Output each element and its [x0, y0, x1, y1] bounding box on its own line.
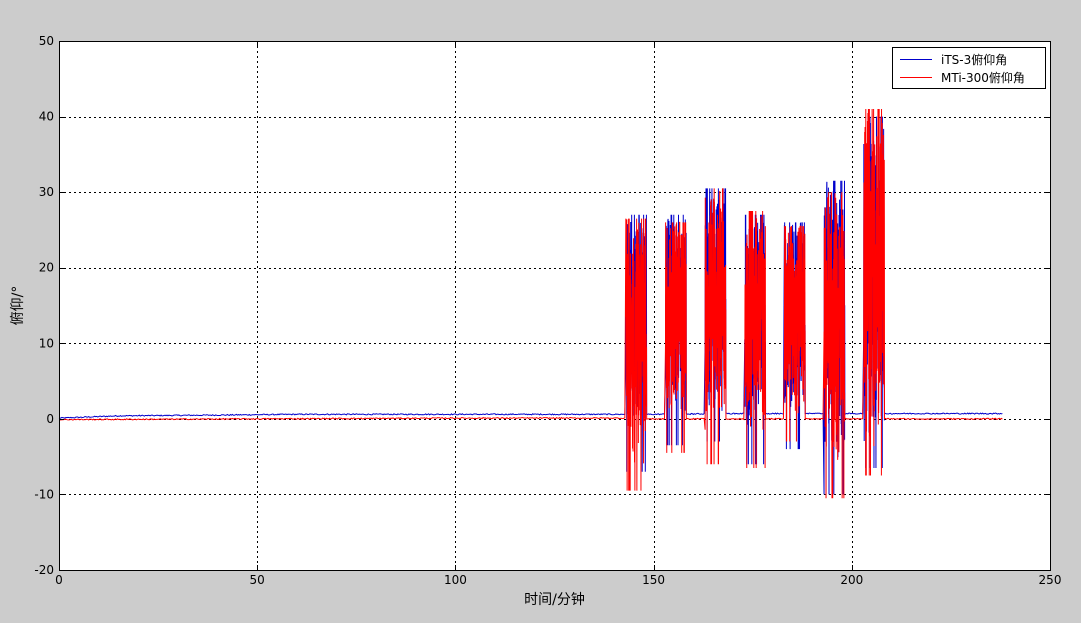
x-tick-label: 150	[642, 573, 665, 587]
y-tick-label: -10	[34, 487, 54, 501]
plot-area	[59, 41, 1050, 570]
x-tick-label: 50	[250, 573, 265, 587]
x-tick-label: 100	[444, 573, 467, 587]
legend-label-mti300: MTi-300俯仰角	[941, 70, 1025, 85]
pitch-chart: 0 50 100 150 200 250 -20 -10 0 10 20 30 40 50 时间/分钟 俯…	[10, 34, 1062, 608]
y-tick-label: 40	[39, 110, 54, 124]
y-axis-label: 俯仰/°	[10, 286, 26, 326]
y-tick-label: 10	[39, 336, 54, 350]
x-tick-label: 200	[840, 573, 863, 587]
x-axis-label: 时间/分钟	[524, 591, 585, 608]
legend-label-its3: iTS-3俯仰角	[941, 52, 1007, 67]
x-tick-label: 250	[1039, 573, 1062, 587]
figure-window: 0 50 100 150 200 250 -20 -10 0 10 20 30 40 50 时间/分钟 俯…	[0, 0, 1081, 619]
y-tick-label: -20	[34, 563, 54, 577]
y-tick-label: 20	[39, 261, 54, 275]
x-tick-label: 0	[55, 573, 63, 587]
y-tick-label: 30	[39, 185, 54, 199]
y-tick-label: 50	[39, 34, 54, 48]
legend: iTS-3俯仰角 MTi-300俯仰角	[892, 47, 1046, 89]
y-tick-label: 0	[46, 412, 54, 426]
